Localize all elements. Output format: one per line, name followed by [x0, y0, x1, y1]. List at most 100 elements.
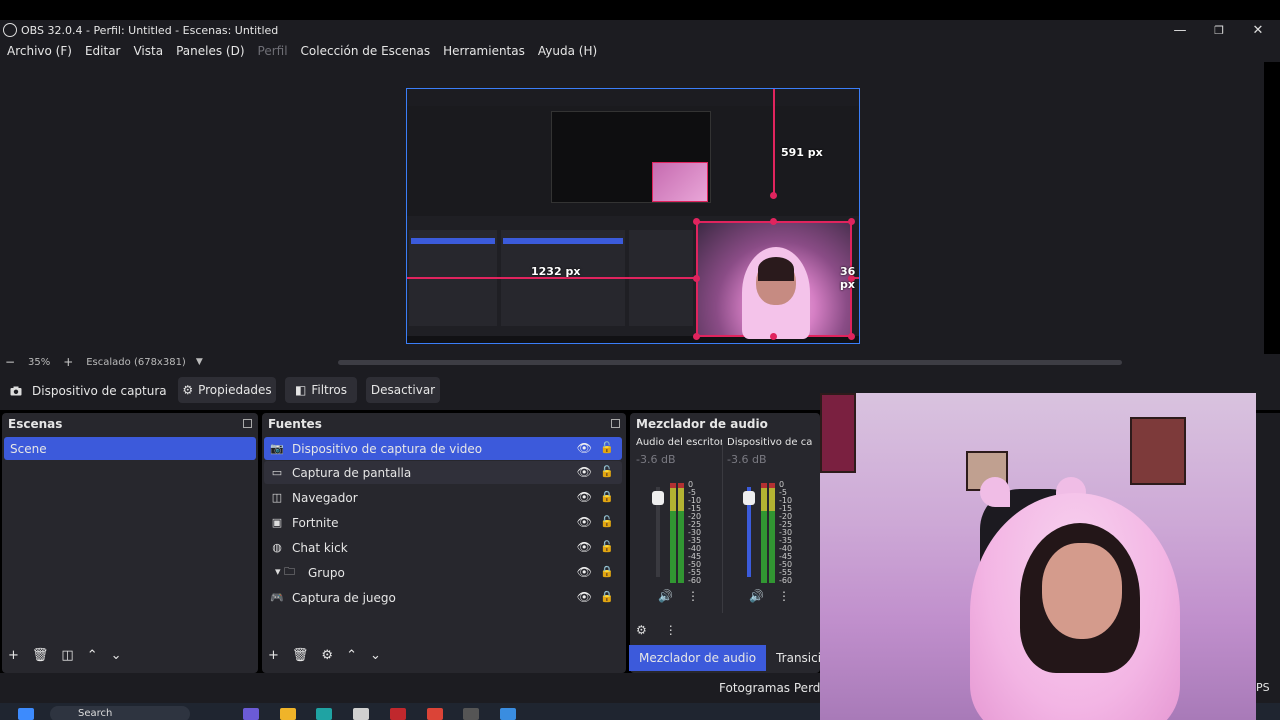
scenes-dock: Escenas Scene + 🗑 ◫ ⌃ ⌄: [2, 413, 258, 673]
meter-scale: 0 -5 -10 -15 -20 -25 -30 -35 -40 -45 -50 -55 -60: [688, 480, 702, 585]
menu-herramientas[interactable]: Herramientas: [443, 44, 525, 58]
fader-knob[interactable]: [652, 491, 664, 505]
tab-audio-mixer[interactable]: Mezclador de audio: [629, 645, 767, 671]
guide-top: [773, 89, 775, 195]
visibility-eye-icon[interactable]: 👁: [577, 515, 592, 529]
visibility-eye-icon[interactable]: 👁: [577, 590, 592, 604]
visibility-eye-icon[interactable]: 👁: [577, 465, 592, 479]
title-bar: OBS 32.0.4 - Perfil: Untitled - Escenas:…: [0, 20, 1280, 40]
move-down-icon[interactable]: ⌄: [370, 648, 381, 663]
add-scene-icon[interactable]: +: [8, 648, 19, 663]
preview-canvas[interactable]: 591 px 1232 px 36 px: [406, 88, 860, 344]
filters-button[interactable]: ◧ Filtros: [285, 377, 357, 403]
app-icon[interactable]: [500, 708, 516, 720]
source-item[interactable]: ▣ Fortnite 👁 🔓: [264, 511, 622, 534]
source-item[interactable]: ◫ Navegador 👁 🔒: [264, 486, 622, 509]
source-label: Captura de juego: [292, 590, 396, 605]
menu-coleccion-escenas[interactable]: Colección de Escenas: [301, 44, 431, 58]
taskbar-search[interactable]: Search: [50, 706, 190, 720]
menu-vista[interactable]: Vista: [133, 44, 163, 58]
source-label: Chat kick: [292, 540, 348, 555]
volume-fader[interactable]: [743, 487, 755, 577]
preview-horizontal-scrollbar[interactable]: [338, 360, 1122, 365]
copilot-icon[interactable]: [243, 708, 259, 720]
properties-button[interactable]: ⚙ Propiedades: [178, 377, 276, 403]
visibility-eye-icon[interactable]: 👁: [577, 441, 592, 455]
move-down-icon[interactable]: ⌄: [111, 648, 122, 663]
resize-handle-br[interactable]: [848, 333, 855, 340]
advanced-audio-icon[interactable]: ⚙: [636, 623, 647, 637]
mixer-channel: Audio del escritorio -3.6 dB 0-5-10-15-2…: [636, 437, 724, 607]
resize-handle-t[interactable]: [770, 218, 777, 225]
source-settings-icon[interactable]: ⚙: [321, 648, 333, 663]
app-icon[interactable]: [390, 708, 406, 720]
menu-editar[interactable]: Editar: [85, 44, 121, 58]
camera-icon: [10, 386, 22, 396]
resize-handle-tl[interactable]: [693, 218, 700, 225]
undock-icon[interactable]: [611, 419, 620, 428]
source-label: Captura de pantalla: [292, 465, 412, 480]
close-button[interactable]: ✕: [1238, 20, 1278, 40]
menu-ayuda[interactable]: Ayuda (H): [538, 44, 597, 58]
lock-icon[interactable]: 🔒: [600, 565, 614, 578]
lock-icon[interactable]: 🔒: [600, 590, 614, 603]
visibility-eye-icon[interactable]: 👁: [577, 540, 592, 554]
menu-archivo[interactable]: Archivo (F): [7, 44, 72, 58]
visibility-eye-icon[interactable]: 👁: [577, 490, 592, 504]
volume-fader[interactable]: [652, 487, 664, 577]
minimize-button[interactable]: —: [1160, 20, 1200, 40]
more-options-icon[interactable]: ⋮: [778, 589, 790, 603]
unlock-icon[interactable]: 🔓: [600, 515, 614, 528]
resize-handle-bl[interactable]: [693, 333, 700, 340]
source-item[interactable]: 🎮 Captura de juego 👁 🔒: [264, 586, 622, 609]
obs-taskbar-icon[interactable]: [463, 708, 479, 720]
gear-icon: ⚙: [182, 383, 194, 397]
lock-icon[interactable]: 🔒: [600, 490, 614, 503]
nested-preview: [407, 106, 859, 216]
deactivate-button[interactable]: Desactivar: [366, 377, 440, 403]
edge-icon[interactable]: [316, 708, 332, 720]
file-explorer-icon[interactable]: [280, 708, 296, 720]
webcam-overlay: [820, 393, 1256, 720]
source-item[interactable]: 📷 Dispositivo de captura de video 👁 🔓: [264, 437, 622, 460]
windows-start-icon[interactable]: [18, 708, 34, 720]
remove-source-icon[interactable]: 🗑: [292, 648, 309, 663]
scene-filters-icon[interactable]: ◫: [61, 648, 73, 663]
menu-paneles[interactable]: Paneles (D): [176, 44, 244, 58]
menu-perfil[interactable]: Perfil: [258, 44, 288, 58]
source-label: Navegador: [292, 490, 358, 505]
source-item[interactable]: ◍ Chat kick 👁 🔓: [264, 536, 622, 559]
window-icon: ▣: [271, 516, 283, 529]
more-options-icon[interactable]: ⋮: [687, 589, 699, 603]
move-up-icon[interactable]: ⌃: [87, 648, 98, 663]
fader-knob[interactable]: [743, 491, 755, 505]
guide-handle-top[interactable]: [770, 192, 777, 199]
unlock-icon[interactable]: 🔓: [600, 465, 614, 478]
selected-webcam-source[interactable]: [696, 221, 852, 339]
sources-title: Fuentes: [268, 417, 322, 431]
add-source-icon[interactable]: +: [268, 648, 279, 663]
visibility-eye-icon[interactable]: 👁: [577, 565, 592, 579]
resize-handle-tr[interactable]: [848, 218, 855, 225]
resize-handle-b[interactable]: [770, 333, 777, 340]
mixer-toolbar: ⚙ ⋮: [636, 623, 677, 637]
source-item[interactable]: ▾ 🗀 Grupo 👁 🔒: [264, 561, 622, 584]
unlock-icon[interactable]: 🔓: [600, 540, 614, 553]
scale-dropdown-icon[interactable]: ▼: [196, 357, 203, 367]
undock-icon[interactable]: [243, 419, 252, 428]
speaker-icon[interactable]: 🔊: [658, 589, 673, 603]
level-meter-left: [761, 483, 767, 583]
scene-item[interactable]: Scene: [4, 437, 256, 460]
resize-handle-l[interactable]: [693, 275, 700, 282]
move-up-icon[interactable]: ⌃: [346, 648, 357, 663]
maximize-button[interactable]: ❐: [1199, 20, 1239, 40]
remove-scene-icon[interactable]: 🗑: [32, 648, 49, 663]
source-item[interactable]: ▭ Captura de pantalla 👁 🔓: [264, 461, 622, 484]
store-icon[interactable]: [353, 708, 369, 720]
speaker-icon[interactable]: 🔊: [749, 589, 764, 603]
zoom-in-button[interactable]: +: [58, 355, 78, 369]
unlock-icon[interactable]: 🔓: [600, 441, 614, 454]
zoom-out-button[interactable]: −: [0, 355, 20, 369]
mixer-menu-icon[interactable]: ⋮: [665, 623, 677, 637]
chrome-icon[interactable]: [427, 708, 443, 720]
